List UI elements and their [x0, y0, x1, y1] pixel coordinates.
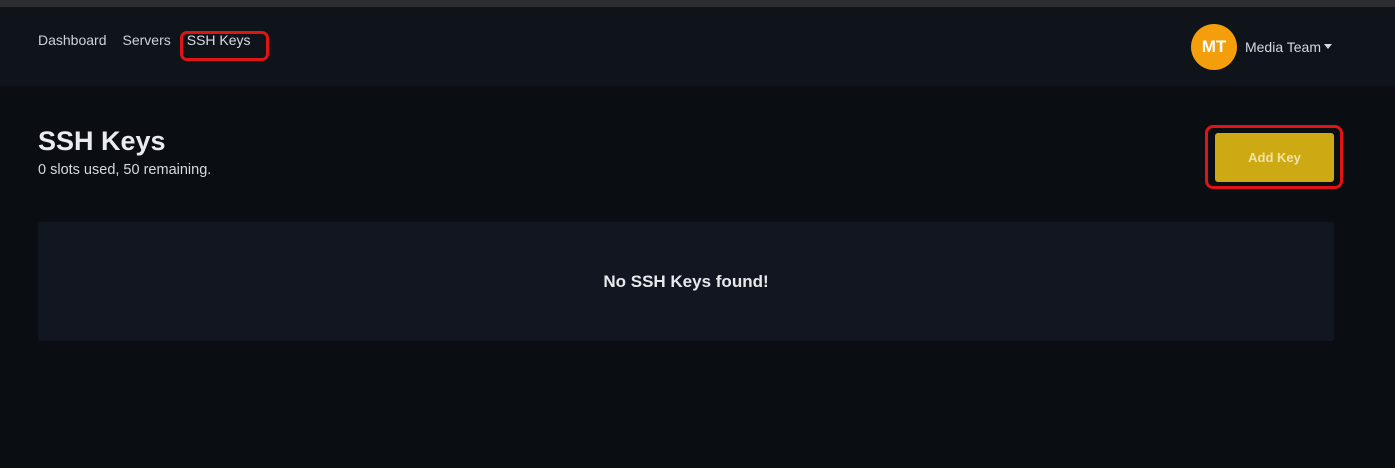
avatar[interactable]: MT: [1190, 24, 1237, 70]
nav-link-servers[interactable]: Servers: [123, 32, 171, 48]
page-title: SSH Keys: [38, 126, 166, 156]
nav-ssh-keys-highlight-outline: [180, 31, 269, 61]
ssh-keys-list-panel: No SSH Keys found!: [38, 222, 1334, 341]
window-top-strip: [0, 0, 1395, 7]
chevron-down-icon[interactable]: [1324, 43, 1332, 49]
user-menu[interactable]: MT Media Team: [1190, 24, 1332, 70]
empty-state-message: No SSH Keys found!: [603, 271, 769, 291]
user-name[interactable]: Media Team: [1245, 39, 1321, 55]
slots-usage-text: 0 slots used, 50 remaining.: [38, 162, 212, 178]
add-key-button[interactable]: Add Key: [1215, 133, 1334, 182]
nav-link-dashboard[interactable]: Dashboard: [38, 32, 107, 48]
